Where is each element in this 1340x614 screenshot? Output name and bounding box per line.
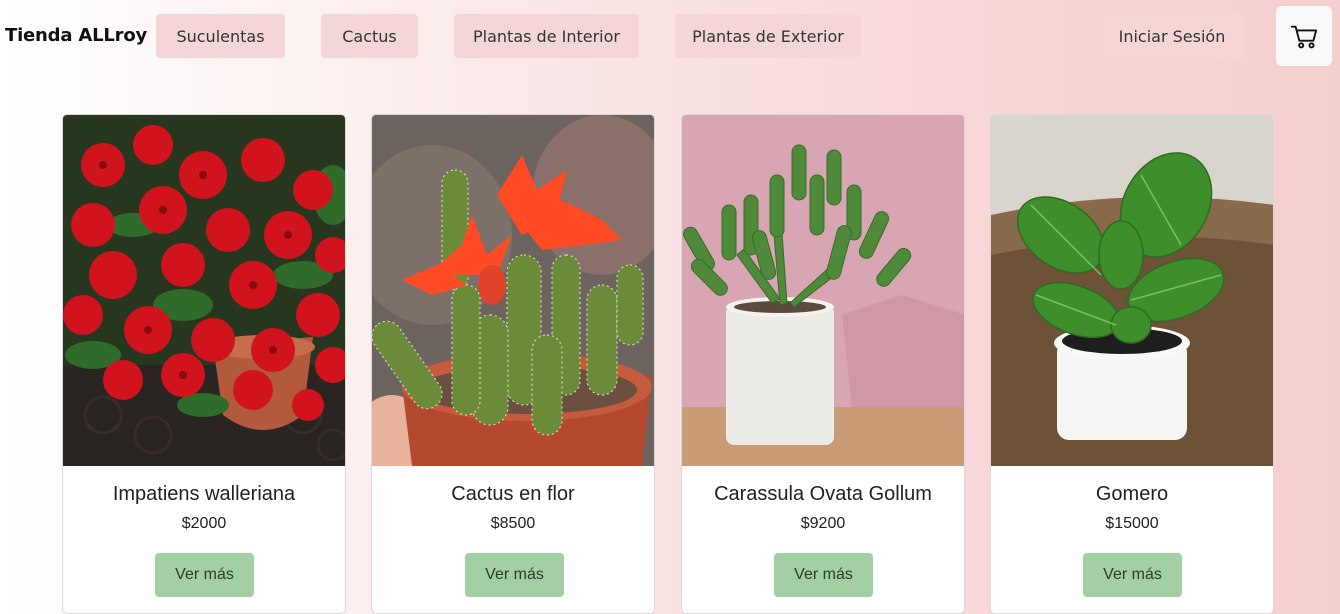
product-card: Carassula Ovata Gollum $9200 Ver más: [681, 114, 965, 614]
nav-cactus[interactable]: Cactus: [321, 14, 418, 58]
product-image: [682, 115, 964, 466]
nav-plantas-exterior[interactable]: Plantas de Exterior: [675, 14, 861, 58]
nav-plantas-interior[interactable]: Plantas de Interior: [454, 14, 639, 58]
nav-suculentas[interactable]: Suculentas: [156, 14, 285, 58]
product-name: Gomero: [1095, 483, 1169, 505]
product-price: $9200: [800, 515, 846, 532]
product-name: Impatiens walleriana: [112, 483, 296, 505]
brand-title[interactable]: Tienda ALLroy: [5, 25, 147, 46]
cart-icon: [1290, 25, 1318, 49]
ver-mas-button[interactable]: Ver más: [1083, 553, 1182, 597]
product-name: Cactus en flor: [451, 483, 575, 505]
product-name: Carassula Ovata Gollum: [714, 483, 932, 505]
product-image: [372, 115, 654, 466]
product-price: $15000: [1105, 515, 1159, 532]
product-image: [991, 115, 1273, 466]
product-price: $2000: [181, 515, 227, 532]
ver-mas-button[interactable]: Ver más: [155, 553, 254, 597]
product-card: Impatiens walleriana $2000 Ver más: [62, 114, 346, 614]
cart-button[interactable]: [1276, 6, 1332, 66]
product-card: Gomero $15000 Ver más: [990, 114, 1274, 614]
ver-mas-button[interactable]: Ver más: [465, 553, 564, 597]
login-button[interactable]: Iniciar Sesión: [1100, 14, 1244, 58]
ver-mas-button[interactable]: Ver más: [774, 553, 873, 597]
product-image: [63, 115, 345, 466]
product-card: Cactus en flor $8500 Ver más: [371, 114, 655, 614]
product-price: $8500: [490, 515, 536, 532]
